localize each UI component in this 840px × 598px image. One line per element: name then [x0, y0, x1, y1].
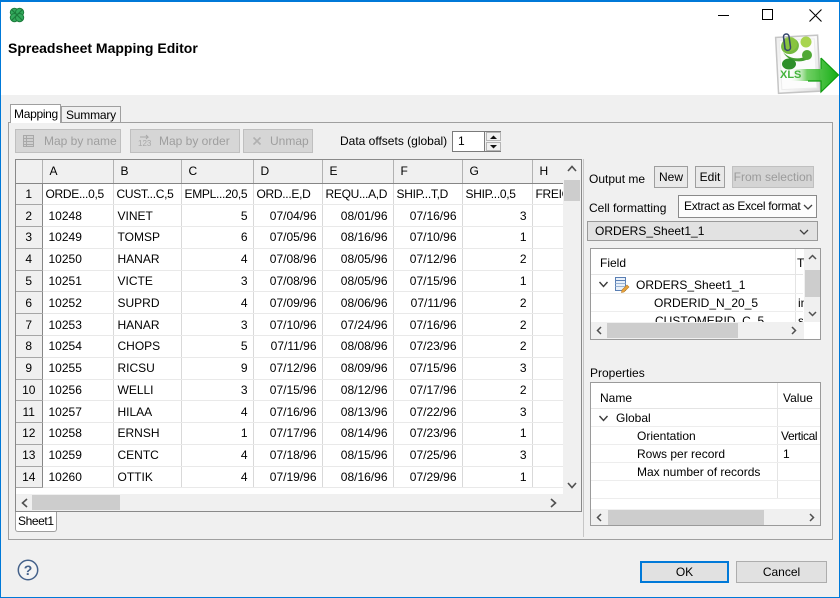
- svg-text:123: 123: [138, 139, 152, 148]
- svg-text:XLS: XLS: [780, 69, 801, 81]
- svg-text:?: ?: [24, 562, 33, 578]
